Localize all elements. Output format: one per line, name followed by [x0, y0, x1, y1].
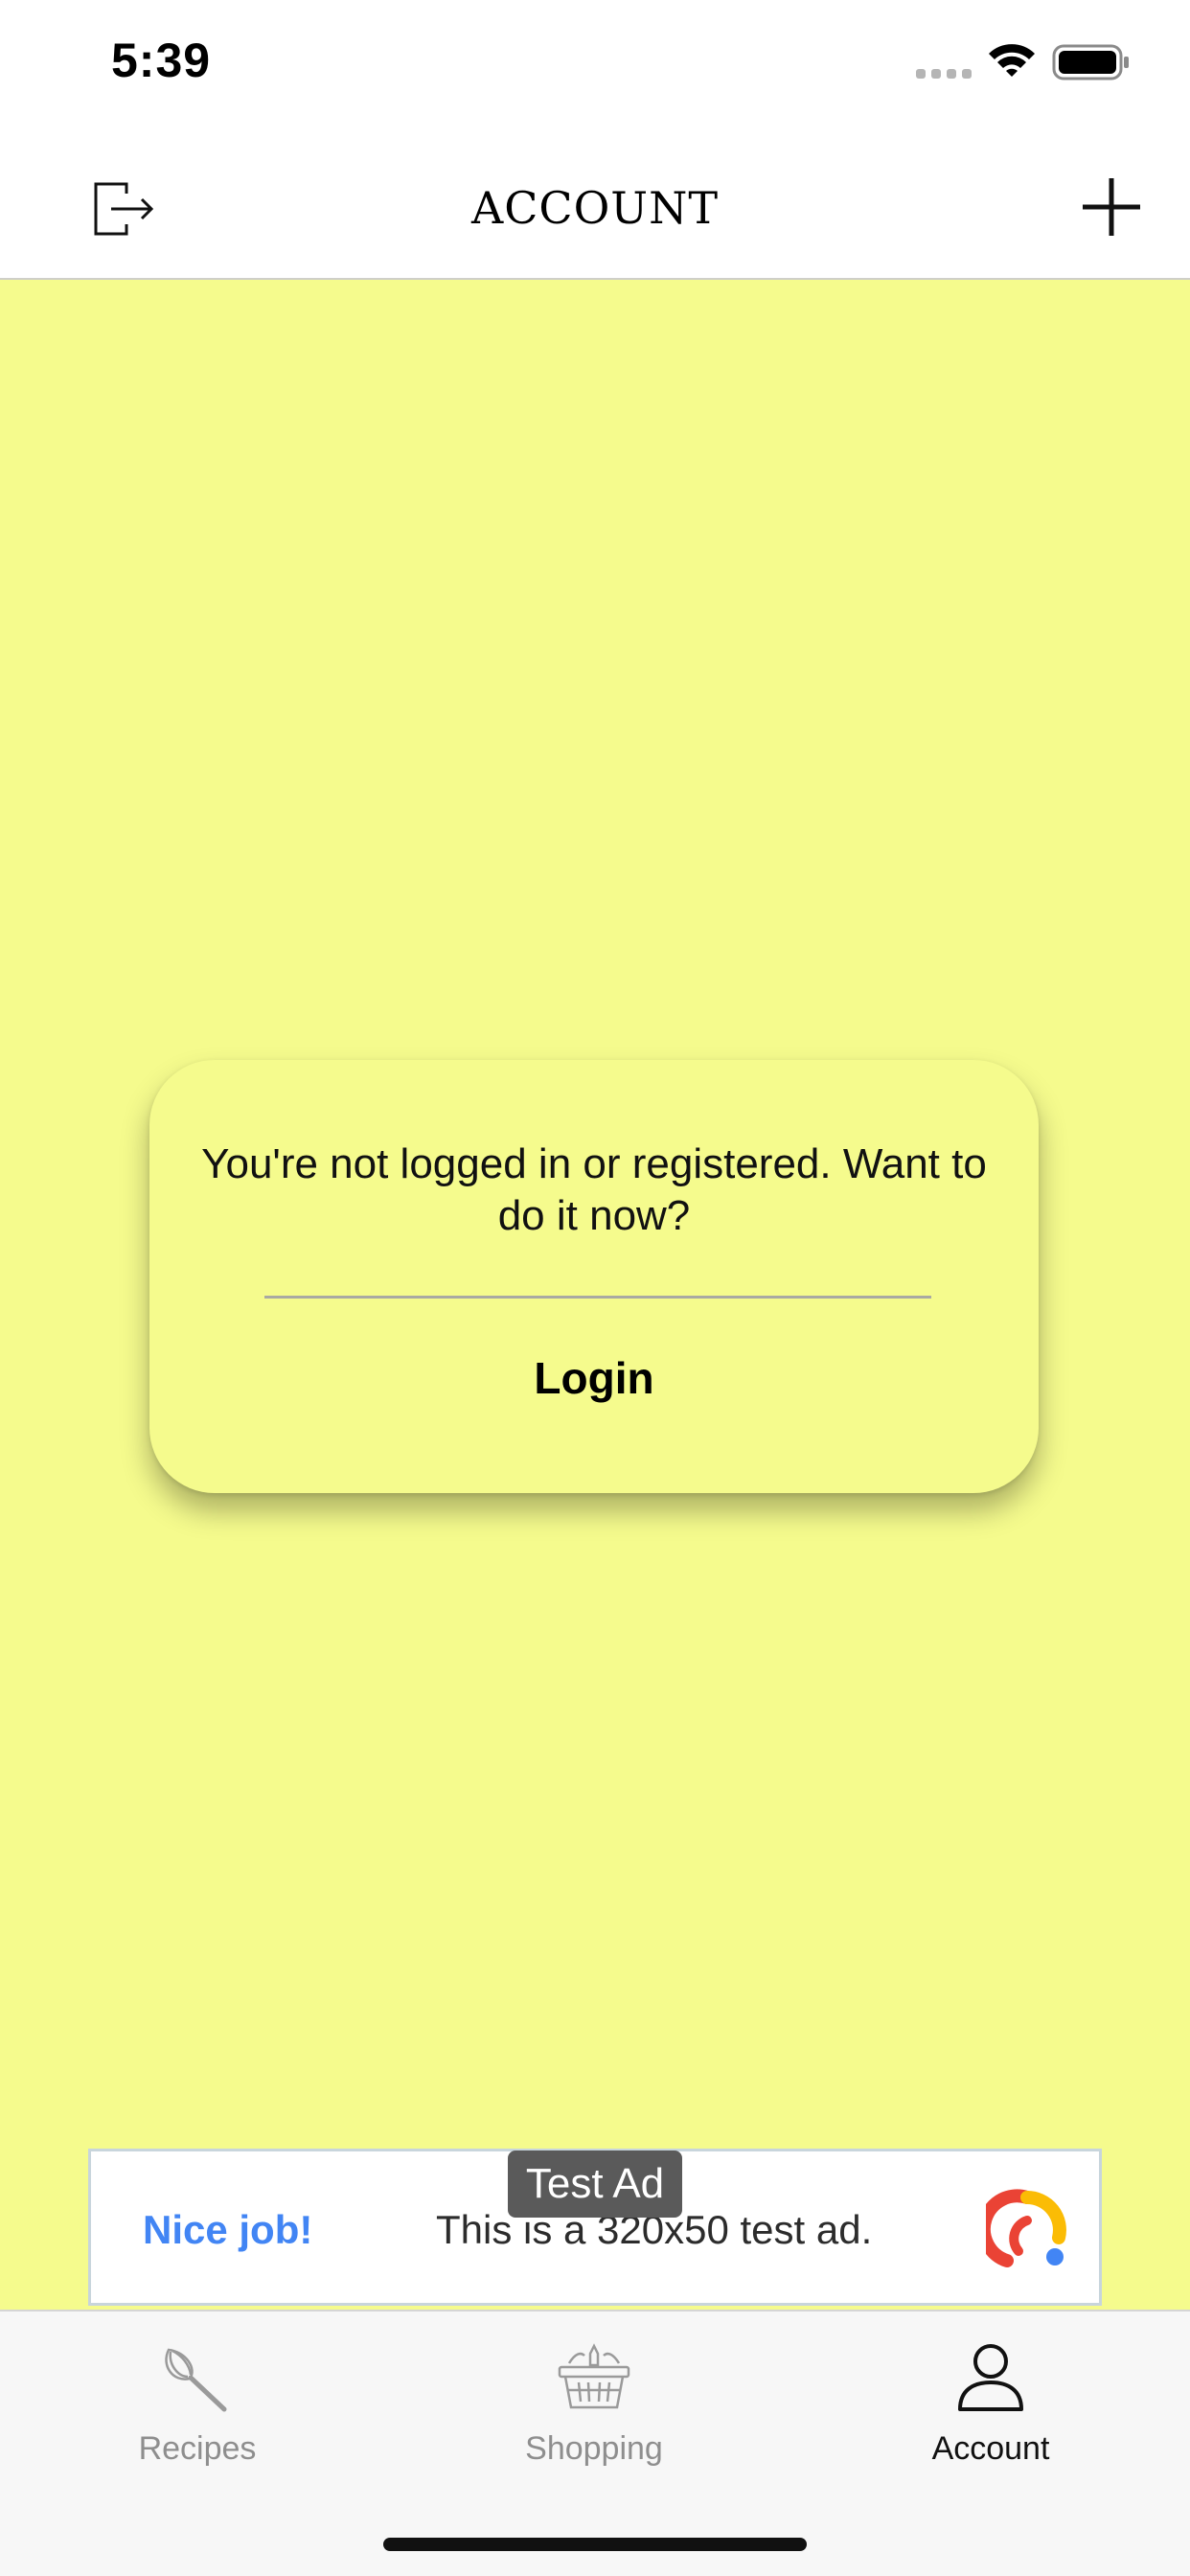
- login-button[interactable]: Login: [360, 1330, 828, 1426]
- page-title: ACCOUNT: [470, 182, 720, 234]
- status-time: 5:39: [111, 34, 212, 87]
- divider: [264, 1296, 931, 1299]
- ad-headline: Nice job!: [143, 2207, 313, 2252]
- tab-shopping[interactable]: Shopping: [450, 2340, 738, 2484]
- wifi-icon: [989, 44, 1035, 77]
- login-prompt-card: You're not logged in or registered. Want…: [149, 1060, 1039, 1493]
- tab-shopping-label: Shopping: [525, 2430, 663, 2467]
- tab-account-label: Account: [931, 2430, 1050, 2467]
- home-indicator[interactable]: [383, 2538, 807, 2551]
- status-bar: 5:39: [0, 0, 1190, 126]
- whisk-icon: [165, 2348, 227, 2412]
- tab-bar: Recipes Shopping Account: [0, 2310, 1190, 2576]
- test-ad-badge: Test Ad: [508, 2150, 682, 2218]
- navigation-bar: ACCOUNT: [0, 126, 1190, 280]
- tab-recipes-label: Recipes: [138, 2430, 257, 2467]
- battery-icon: [1052, 44, 1129, 80]
- plus-icon[interactable]: [1081, 176, 1142, 238]
- login-prompt-message: You're not logged in or registered. Want…: [201, 1140, 987, 1239]
- basket-icon: [558, 2343, 630, 2409]
- cellular-signal-icon: [916, 69, 972, 79]
- main-content: You're not logged in or registered. Want…: [0, 280, 1190, 2310]
- ad-logo-icon: [986, 2189, 1066, 2267]
- tab-account[interactable]: Account: [847, 2340, 1134, 2484]
- tab-recipes[interactable]: Recipes: [54, 2340, 341, 2484]
- person-icon: [958, 2344, 1023, 2411]
